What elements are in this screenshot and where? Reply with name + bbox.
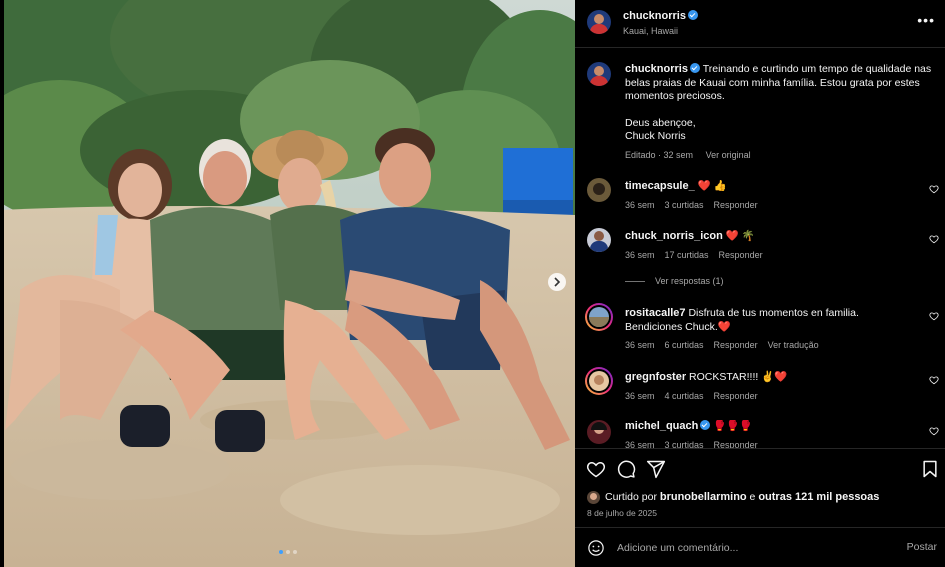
- comment-like-heart-icon[interactable]: [929, 375, 939, 385]
- see-translation-link[interactable]: Ver tradução: [768, 340, 819, 350]
- more-options-icon[interactable]: •••: [917, 12, 935, 28]
- comment-meta: 36 sem 3 curtidas Responder: [625, 199, 915, 213]
- comment-text: ❤️ 👍: [697, 180, 727, 192]
- comment-time: 36 sem: [625, 249, 655, 260]
- caption-signature: Chuck Norris: [625, 130, 686, 142]
- post-side-panel: chucknorris Kauai, Hawaii ••• chucknorri…: [575, 0, 945, 567]
- comment-avatar[interactable]: [587, 228, 611, 252]
- comment-text-row: gregnfoster ROCKSTAR!!!! ✌️❤️: [625, 371, 915, 385]
- carousel-next-button[interactable]: [548, 273, 566, 291]
- comment-text-row: rositacalle7 Disfruta de tus momentos en…: [625, 307, 915, 334]
- comment-text: ❤️ 🌴: [725, 230, 755, 242]
- post-header: chucknorris Kauai, Hawaii •••: [575, 0, 945, 48]
- comment-meta: 36 sem 17 curtidas Responder: [625, 249, 915, 263]
- comment-like-heart-icon[interactable]: [929, 234, 939, 244]
- comment-body: chuck_norris_icon ❤️ 🌴 36 sem 17 curtidas…: [625, 230, 915, 262]
- comment-username[interactable]: chuck_norris_icon: [625, 230, 723, 242]
- comment-like-heart-icon[interactable]: [929, 184, 939, 194]
- comment-username[interactable]: michel_quach: [625, 420, 698, 432]
- comment-text-row: chuck_norris_icon ❤️ 🌴: [625, 230, 915, 244]
- caption-meta: Editado · 32 sem Ver original: [625, 150, 761, 160]
- comment-text-row: michel_quach 🥊🥊🥊: [625, 420, 915, 434]
- comment-time: 36 sem: [625, 340, 655, 350]
- comment-meta: 36 sem 4 curtidas Responder: [625, 390, 915, 404]
- comment-body: rositacalle7 Disfruta de tus momentos en…: [625, 307, 915, 353]
- instagram-post-view: chucknorris Kauai, Hawaii ••• chucknorri…: [0, 0, 945, 567]
- caption-username[interactable]: chucknorris: [625, 63, 688, 75]
- comment-body: michel_quach 🥊🥊🥊 36 sem 3 curtidas Respond…: [625, 420, 915, 448]
- caption-edited: Editado · 32 sem: [625, 150, 694, 160]
- replies-divider: [625, 281, 645, 283]
- comment-time: 36 sem: [625, 199, 655, 210]
- chevron-right-icon: [554, 277, 561, 287]
- likes-middle: e: [746, 491, 759, 503]
- comment-username[interactable]: gregnfoster: [625, 371, 686, 383]
- view-replies-link[interactable]: Ver respostas (1): [625, 276, 724, 286]
- comment-likes[interactable]: 3 curtidas: [665, 440, 704, 449]
- author-avatar[interactable]: [587, 10, 611, 34]
- verified-icon: [700, 420, 711, 430]
- carousel-dot-1: [279, 550, 283, 554]
- comment-like-heart-icon[interactable]: [929, 311, 939, 321]
- comment-likes[interactable]: 17 curtidas: [665, 250, 709, 260]
- caption-author-avatar[interactable]: [587, 62, 611, 86]
- likes-summary: Curtido por brunobellarmino e outras 121…: [605, 491, 879, 503]
- reply-button[interactable]: Responder: [719, 250, 763, 260]
- comment-likes[interactable]: 6 curtidas: [665, 340, 704, 350]
- post-photo[interactable]: [0, 0, 575, 567]
- comment-time: 36 sem: [625, 439, 655, 449]
- author-username[interactable]: chucknorris: [623, 10, 686, 22]
- comment-time: 36 sem: [625, 390, 655, 401]
- comment-composer: Postar: [575, 527, 945, 567]
- comment-text: 🥊🥊🥊: [713, 420, 753, 432]
- verified-icon: [687, 10, 698, 20]
- carousel-dot-2: [286, 550, 290, 554]
- caption: chucknorris Treinando e curtindo um temp…: [625, 63, 935, 144]
- liker-username[interactable]: brunobellarmino: [660, 491, 747, 503]
- share-icon[interactable]: [646, 459, 666, 479]
- carousel-dot-3: [293, 550, 297, 554]
- likes-prefix: Curtido por: [605, 491, 660, 503]
- comment-avatar-story-ring[interactable]: [585, 303, 613, 331]
- liker-avatar[interactable]: [587, 491, 600, 504]
- comment-body: timecapsule_ ❤️ 👍 36 sem 3 curtidas Respon…: [625, 180, 915, 212]
- likes-others-link[interactable]: outras 121 mil pessoas: [758, 491, 879, 503]
- verified-icon: [689, 63, 700, 73]
- comment-input[interactable]: [617, 540, 867, 556]
- comment-likes[interactable]: 3 curtidas: [665, 200, 704, 210]
- post-date[interactable]: 8 de julho de 2025: [587, 508, 657, 518]
- comment-avatar[interactable]: [587, 178, 611, 202]
- author-name-row: chucknorris: [623, 10, 698, 22]
- emoji-icon[interactable]: [587, 539, 605, 557]
- bookmark-icon[interactable]: [920, 459, 940, 479]
- caption-blessing: Deus abençoe,: [625, 116, 696, 129]
- see-original-link[interactable]: Ver original: [706, 150, 751, 160]
- comment-username[interactable]: rositacalle7: [625, 307, 686, 319]
- reply-button[interactable]: Responder: [714, 440, 758, 449]
- comment-avatar[interactable]: [587, 420, 611, 444]
- comment-like-heart-icon[interactable]: [929, 426, 939, 436]
- comment-icon[interactable]: [616, 459, 636, 479]
- comment-likes[interactable]: 4 curtidas: [665, 391, 704, 401]
- photo-left-edge: [0, 0, 4, 567]
- post-actions: Curtido por brunobellarmino e outras 121…: [575, 448, 945, 528]
- comment-body: gregnfoster ROCKSTAR!!!! ✌️❤️ 36 sem 4 cu…: [625, 371, 915, 403]
- comment-avatar-story-ring[interactable]: [585, 367, 613, 395]
- reply-button[interactable]: Responder: [714, 340, 758, 350]
- heart-icon[interactable]: [586, 459, 606, 479]
- comment-item: michel_quach 🥊🥊🥊 36 sem 3 curtidas Respond…: [575, 420, 945, 448]
- reply-button[interactable]: Responder: [714, 200, 758, 210]
- caption-text-block: chucknorris Treinando e curtindo um temp…: [625, 63, 935, 104]
- comment-username[interactable]: timecapsule_: [625, 180, 695, 192]
- comment-text-row: timecapsule_ ❤️ 👍: [625, 180, 915, 194]
- family-beach-photo: [0, 0, 575, 567]
- view-replies-label: Ver respostas (1): [655, 276, 724, 286]
- reply-button[interactable]: Responder: [714, 391, 758, 401]
- carousel-indicator: [279, 550, 297, 554]
- comment-meta: 36 sem 3 curtidas Responder: [625, 439, 915, 449]
- post-comment-button[interactable]: Postar: [907, 541, 937, 553]
- comment-text: ROCKSTAR!!!! ✌️❤️: [689, 371, 788, 383]
- comment-meta: 36 sem 6 curtidas Responder Ver tradução: [625, 339, 915, 353]
- post-location[interactable]: Kauai, Hawaii: [623, 26, 678, 36]
